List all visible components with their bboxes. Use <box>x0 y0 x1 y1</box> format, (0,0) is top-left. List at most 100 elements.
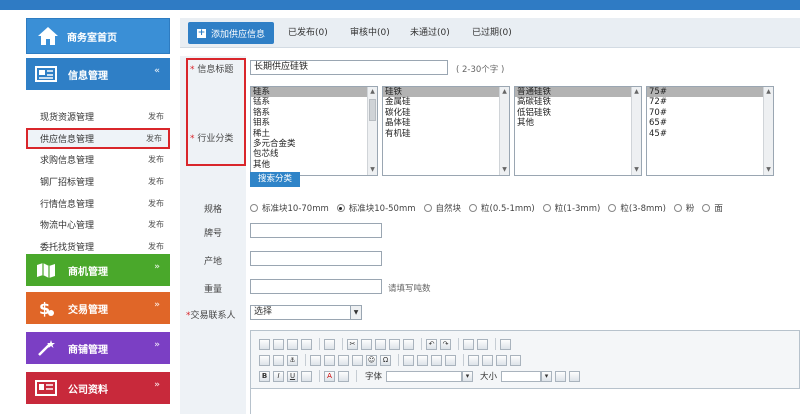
list-item[interactable]: 晶体硅 <box>383 118 509 128</box>
sidebar-section-info[interactable]: 信息管理 « <box>26 58 170 90</box>
tab-add-supply[interactable]: + 添加供应信息 <box>188 22 274 44</box>
spec-radio[interactable] <box>702 204 711 212</box>
paste-word-icon[interactable] <box>389 338 400 350</box>
link-icon[interactable] <box>259 354 270 366</box>
publish-link[interactable]: 发布 <box>146 133 162 144</box>
list-item[interactable]: 硅铁 <box>383 87 509 98</box>
paste-text-icon[interactable] <box>375 338 386 350</box>
list-item[interactable]: 金属硅 <box>383 97 509 107</box>
publish-link[interactable]: 发布 <box>148 111 164 122</box>
category-list-2[interactable]: 硅铁 金属硅 碳化硅 晶体硅 有机硅 ▲ ▼ <box>382 86 510 176</box>
list-item[interactable]: 钼系 <box>251 118 377 128</box>
bold-icon[interactable]: B <box>259 370 270 382</box>
origin-input[interactable] <box>250 251 382 266</box>
scroll-up-icon[interactable]: ▲ <box>764 87 773 97</box>
table-icon[interactable] <box>338 354 349 366</box>
list-item[interactable]: 70# <box>647 108 773 118</box>
publish-link[interactable]: 发布 <box>148 219 164 230</box>
scrollbar[interactable]: ▲ ▼ <box>631 87 641 175</box>
sidebar-section-business[interactable]: 商机管理 » <box>26 254 170 286</box>
sidebar-home[interactable]: 商务室首页 <box>26 18 170 54</box>
list-item[interactable]: 其他 <box>515 118 641 128</box>
editor-content-area[interactable] <box>251 388 800 415</box>
highlight-color-icon[interactable] <box>338 370 349 382</box>
bullet-list-icon[interactable] <box>417 354 428 366</box>
list-item[interactable]: 硅系 <box>251 87 377 98</box>
scroll-thumb[interactable] <box>369 99 376 121</box>
search-category-button[interactable]: 搜索分类 <box>250 172 300 187</box>
sidebar-item-market[interactable]: 行情信息管理 发布 <box>26 192 170 214</box>
category-list-1[interactable]: 硅系 锰系 铬系 钼系 稀土 多元合金类 包芯线 其他 ▲ ▼ <box>250 86 378 176</box>
anchor-icon[interactable]: ⚓ <box>287 354 298 366</box>
list-item[interactable]: 65# <box>647 118 773 128</box>
category-list-4[interactable]: 75# 72# 70# 65# 45# ▲ ▼ <box>646 86 774 176</box>
sidebar-item-supply[interactable]: 供应信息管理 发布 <box>26 127 170 150</box>
strikethrough-icon[interactable] <box>301 370 312 382</box>
scroll-up-icon[interactable]: ▲ <box>500 87 509 97</box>
sidebar-section-shop[interactable]: 商铺管理 » <box>26 332 170 364</box>
replace-icon[interactable] <box>477 338 488 350</box>
scroll-up-icon[interactable]: ▲ <box>368 87 377 97</box>
publish-link[interactable]: 发布 <box>148 154 164 165</box>
chevron-down-icon[interactable]: ▾ <box>541 370 553 382</box>
source-icon[interactable] <box>569 370 581 382</box>
redo-icon[interactable]: ↷ <box>440 338 451 350</box>
new-doc-icon[interactable] <box>259 338 270 350</box>
font-select[interactable] <box>386 370 463 382</box>
scroll-down-icon[interactable]: ▼ <box>632 165 641 175</box>
title-input[interactable]: 长期供应硅铁 <box>250 60 448 75</box>
scrollbar[interactable]: ▲ ▼ <box>367 87 377 175</box>
flash-icon[interactable] <box>324 354 335 366</box>
paste-icon[interactable] <box>273 338 284 350</box>
copy-icon[interactable] <box>361 338 372 350</box>
image-icon[interactable] <box>310 354 321 366</box>
sidebar-item-logistics[interactable]: 物流中心管理 发布 <box>26 214 170 236</box>
sidebar-section-company[interactable]: 公司资料 » <box>26 372 170 404</box>
hr-icon[interactable] <box>352 354 363 366</box>
spec-radio[interactable] <box>673 204 682 212</box>
list-item[interactable]: 包芯线 <box>251 149 377 159</box>
align-right-icon[interactable] <box>496 354 507 366</box>
find-icon[interactable] <box>463 338 474 350</box>
align-justify-icon[interactable] <box>510 354 521 366</box>
print-icon[interactable] <box>301 338 312 350</box>
text-color-icon[interactable]: A <box>324 370 335 382</box>
list-item[interactable]: 其他 <box>251 160 377 170</box>
tab-reviewing[interactable]: 审核中(0) <box>350 22 390 44</box>
list-item[interactable]: 普通硅铁 <box>515 87 641 98</box>
contact-select[interactable]: 选择 ▼ <box>250 305 362 320</box>
maximize-icon[interactable] <box>555 370 567 382</box>
sidebar-section-trade[interactable]: $ 交易管理 » <box>26 292 170 324</box>
spec-radio[interactable] <box>608 204 617 212</box>
scroll-down-icon[interactable]: ▼ <box>368 165 377 175</box>
eraser-icon[interactable] <box>500 338 511 350</box>
cut-icon[interactable]: ✂ <box>347 338 358 350</box>
outdent-icon[interactable] <box>431 354 442 366</box>
list-item[interactable]: 低铝硅铁 <box>515 108 641 118</box>
list-item[interactable]: 铬系 <box>251 108 377 118</box>
tab-expired[interactable]: 已过期(0) <box>472 22 512 44</box>
indent-icon[interactable] <box>445 354 456 366</box>
spec-radio-selected[interactable] <box>336 204 345 212</box>
size-select[interactable] <box>501 370 542 382</box>
list-item[interactable]: 45# <box>647 129 773 139</box>
publish-link[interactable]: 发布 <box>148 241 164 252</box>
list-item[interactable]: 稀土 <box>251 129 377 139</box>
align-center-icon[interactable] <box>482 354 493 366</box>
spec-radio[interactable] <box>542 204 551 212</box>
scrollbar[interactable]: ▲ ▼ <box>763 87 773 175</box>
category-list-3[interactable]: 普通硅铁 高碳硅铁 低铝硅铁 其他 ▲ ▼ <box>514 86 642 176</box>
undo-icon[interactable]: ↶ <box>426 338 437 350</box>
tab-rejected[interactable]: 未通过(0) <box>410 22 450 44</box>
unlink-icon[interactable] <box>273 354 284 366</box>
spec-radio[interactable] <box>250 204 258 212</box>
scrollbar[interactable]: ▲ ▼ <box>499 87 509 175</box>
list-item[interactable]: 75# <box>647 87 773 98</box>
omega-icon[interactable]: Ω <box>380 354 391 366</box>
smiley-icon[interactable]: ☺ <box>366 354 377 366</box>
scroll-down-icon[interactable]: ▼ <box>764 165 773 175</box>
tab-published[interactable]: 已发布(0) <box>288 22 328 44</box>
scroll-up-icon[interactable]: ▲ <box>632 87 641 97</box>
paste-plain-icon[interactable] <box>403 338 414 350</box>
template-icon[interactable] <box>324 338 335 350</box>
